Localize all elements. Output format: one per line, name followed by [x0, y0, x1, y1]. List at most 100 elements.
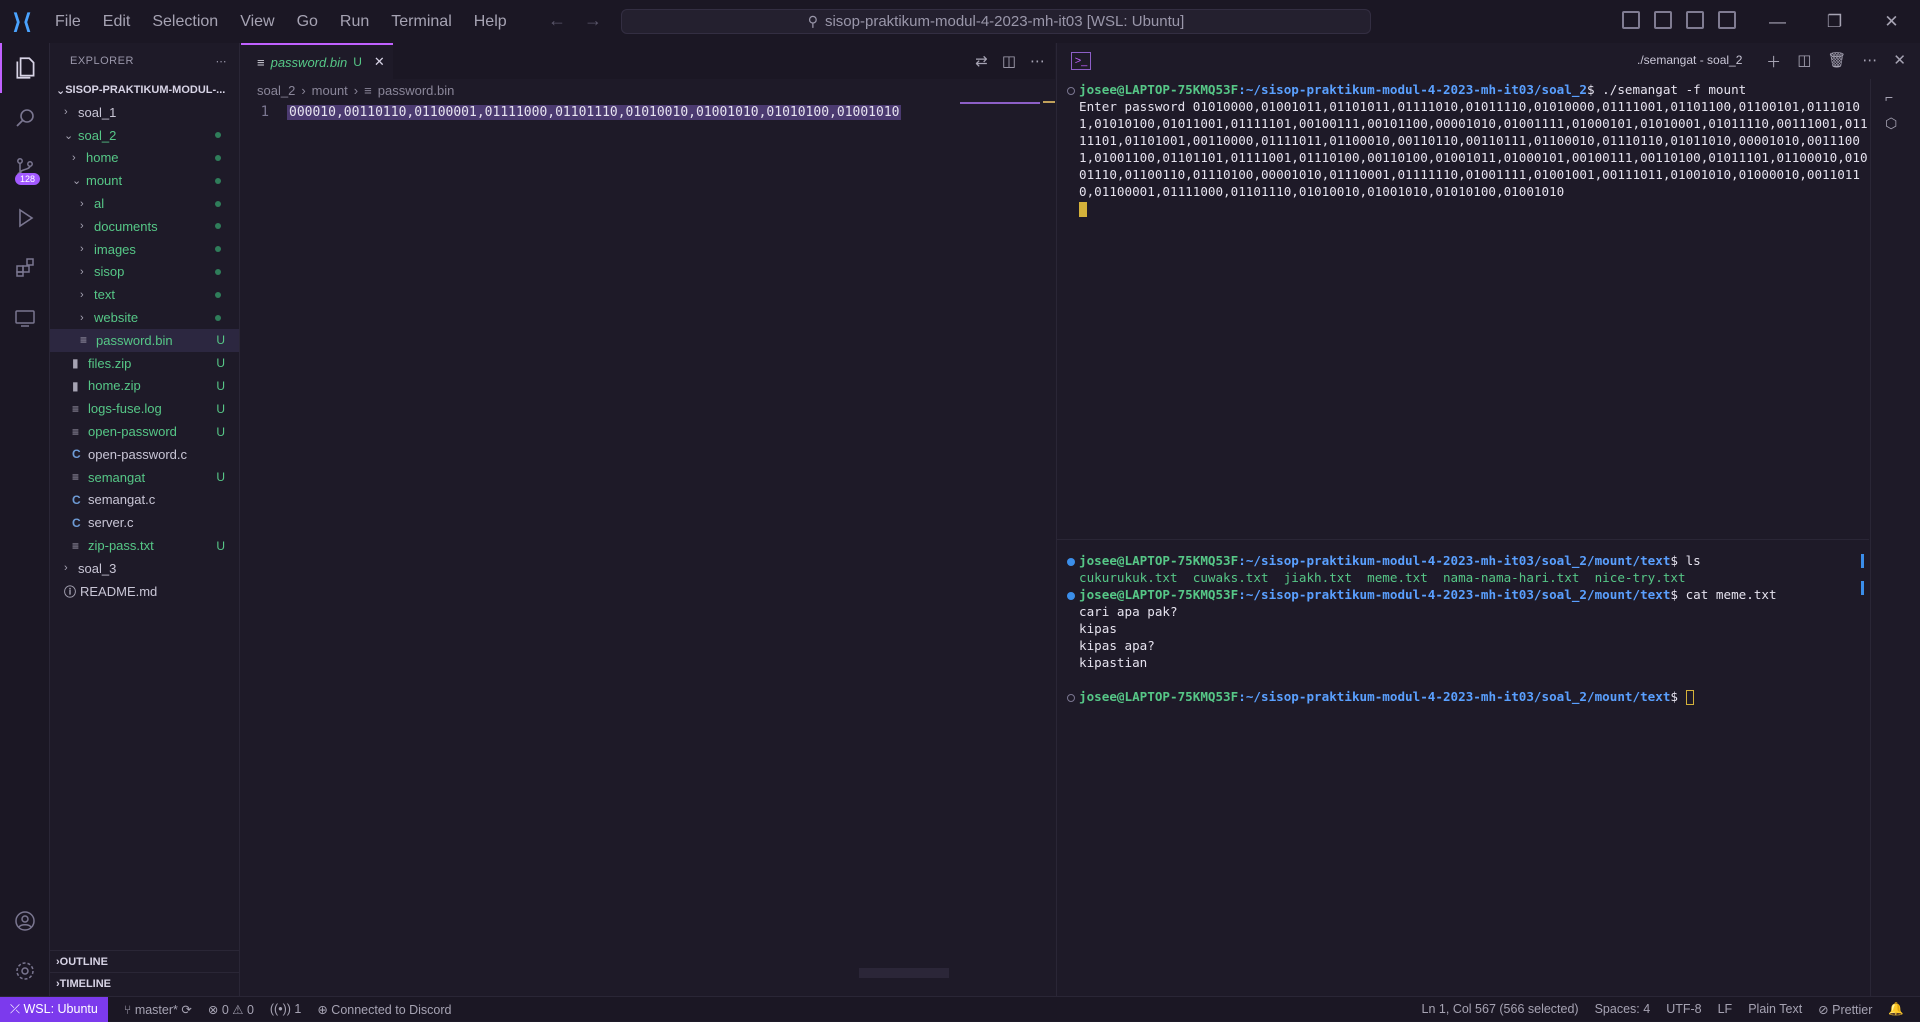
tree-file[interactable]: ≡ password.bin U [50, 328, 239, 352]
notifications-bell-icon[interactable]: 🔔 [1880, 1002, 1912, 1017]
tree-folder[interactable]: › al [50, 192, 239, 215]
terminal-split-divider[interactable] [1057, 539, 1869, 540]
tree-file[interactable]: Csemangat.c [50, 489, 239, 512]
outline-panel[interactable]: › OUTLINE [50, 950, 240, 972]
tree-folder[interactable]: ⌄ mount [50, 169, 239, 192]
tree-folder[interactable]: › website [50, 306, 239, 329]
menu-edit[interactable]: Edit [92, 0, 142, 43]
terminal-tab-bash-icon[interactable]: ⌐ [1885, 89, 1906, 105]
forward-arrow-icon[interactable]: → [584, 10, 602, 31]
tree-file[interactable]: Copen-password.c [50, 443, 239, 466]
workspace-root[interactable]: ⌄ SISOP-PRAKTIKUM-MODUL-... [50, 79, 239, 101]
tree-file[interactable]: ≡ zip-pass.txt U [50, 534, 239, 557]
more-actions-icon[interactable]: ⋯ [216, 55, 228, 68]
close-tab-icon[interactable]: ✕ [374, 54, 385, 70]
status-bar: ⤫ WSL: Ubuntu ⑂ master* ⟳ ⊗ 0 ⚠ 0 ((•)) … [0, 996, 1920, 1022]
cursor-position[interactable]: Ln 1, Col 567 (566 selected) [1414, 1002, 1587, 1017]
timeline-panel[interactable]: › TIMELINE [50, 972, 240, 994]
encoding[interactable]: UTF-8 [1658, 1002, 1709, 1017]
tab-label: password.bin [270, 54, 348, 70]
source-control-icon[interactable]: 128 [0, 143, 50, 193]
extensions-icon[interactable] [0, 243, 50, 293]
chevron-right-icon: › [80, 243, 84, 256]
remote-indicator[interactable]: ⤫ WSL: Ubuntu [0, 996, 108, 1022]
remote-explorer-icon[interactable] [0, 293, 50, 343]
menu-run[interactable]: Run [329, 0, 380, 43]
search-view-icon[interactable] [0, 93, 50, 143]
breadcrumb-item[interactable]: password.bin [378, 83, 455, 98]
tree-folder[interactable]: › text [50, 283, 239, 306]
minimap[interactable] [960, 102, 1040, 104]
run-debug-icon[interactable] [0, 193, 50, 243]
customize-layout-icon[interactable] [1718, 11, 1736, 29]
restore-icon[interactable]: ❐ [1806, 0, 1863, 43]
command-center[interactable]: ⚲ sisop-praktikum-modul-4-2023-mh-it03 [… [621, 9, 1371, 34]
tree-folder[interactable]: › soal_3 [50, 557, 239, 580]
ports-indicator[interactable]: ((•)) 1 [262, 1002, 309, 1016]
horizontal-scrollbar[interactable] [859, 968, 949, 978]
compare-changes-icon[interactable]: ⇄ [975, 52, 988, 70]
split-editor-icon[interactable]: ◫ [1002, 52, 1016, 70]
tree-folder[interactable]: › documents [50, 215, 239, 238]
close-panel-icon[interactable]: ✕ [1893, 51, 1906, 72]
editor-more-icon[interactable]: ⋯ [1030, 52, 1045, 70]
code-line[interactable]: 1 000010,00110110,01100001,01111000,0110… [241, 101, 1055, 123]
end-of-line[interactable]: LF [1710, 1002, 1741, 1017]
explorer-icon[interactable] [0, 43, 50, 93]
tree-file[interactable]: ▮ files.zip U [50, 352, 239, 375]
toggle-panel-icon[interactable] [1654, 11, 1672, 29]
breadcrumb-item[interactable]: mount [312, 83, 348, 98]
git-branch[interactable]: ⑂ master* ⟳ [116, 1002, 200, 1017]
terminal-pane-top[interactable]: josee@LAPTOP-75KMQ53F:~/sisop-praktikum-… [1057, 81, 1869, 217]
menu-help[interactable]: Help [463, 0, 518, 43]
toggle-primary-sidebar-icon[interactable] [1622, 11, 1640, 29]
toggle-secondary-sidebar-icon[interactable] [1686, 11, 1704, 29]
terminal-pane-bottom[interactable]: josee@LAPTOP-75KMQ53F:~/sisop-praktikum-… [1057, 552, 1869, 705]
discord-status[interactable]: ⊕ Connected to Discord [309, 1002, 459, 1017]
close-window-icon[interactable]: ✕ [1863, 0, 1920, 43]
menu-go[interactable]: Go [286, 0, 329, 43]
menu-view[interactable]: View [229, 0, 285, 43]
editor-area: ≡ password.bin U ✕ ⇄ ◫ ⋯ soal_2 › mount … [241, 43, 1055, 996]
tree-file[interactable]: ⓘ README.md [50, 580, 239, 603]
tree-folder[interactable]: › images [50, 238, 239, 261]
menu-terminal[interactable]: Terminal [380, 0, 462, 43]
split-terminal-icon[interactable]: ◫ [1797, 51, 1811, 72]
tab-password-bin[interactable]: ≡ password.bin U ✕ [241, 43, 393, 79]
sync-icon[interactable]: ⟳ [181, 1003, 191, 1017]
kill-terminal-icon[interactable]: 🗑 [1827, 51, 1846, 72]
prettier-status[interactable]: ⊘ Prettier [1810, 1002, 1880, 1017]
terminal-title[interactable]: ./semangat - soal_2 [1637, 53, 1742, 67]
indentation[interactable]: Spaces: 4 [1587, 1002, 1659, 1017]
breadcrumb-item[interactable]: soal_2 [257, 83, 295, 98]
minimize-icon[interactable]: — [1749, 0, 1806, 43]
menu-selection[interactable]: Selection [141, 0, 229, 43]
terminal-tabs-list: ⌐ ⬡ [1870, 79, 1920, 996]
new-terminal-icon[interactable]: ＋ [1766, 51, 1781, 72]
tree-item-label: al [94, 196, 105, 212]
tree-file[interactable]: Cserver.c [50, 511, 239, 534]
terminal-tab-semangat-icon[interactable]: ⬡ [1885, 115, 1906, 132]
tree-file[interactable]: ≡ logs-fuse.log U [50, 397, 239, 420]
tree-folder[interactable]: ⌄ soal_2 [50, 124, 239, 147]
language-mode[interactable]: Plain Text [1740, 1002, 1810, 1017]
remote-icon: ⤫ [10, 1001, 24, 1016]
breadcrumb: soal_2 › mount › ≡ password.bin [241, 79, 1055, 101]
chevron-down-icon: ⌄ [64, 129, 74, 142]
menu-file[interactable]: File [44, 0, 92, 43]
back-arrow-icon[interactable]: ← [548, 10, 566, 31]
tree-file[interactable]: ≡ semangat U [50, 466, 239, 489]
explorer-header: EXPLORER ⋯ [50, 43, 239, 79]
problems-indicator[interactable]: ⊗ 0 ⚠ 0 [200, 1002, 262, 1017]
panel-more-icon[interactable]: ⋯ [1862, 51, 1877, 72]
tree-file[interactable]: ≡ open-password U [50, 420, 239, 443]
selected-code-text[interactable]: 000010,00110110,01100001,01111000,011011… [287, 104, 902, 120]
settings-gear-icon[interactable] [0, 946, 50, 996]
account-icon[interactable] [0, 896, 50, 946]
tree-folder[interactable]: › home [50, 147, 239, 170]
tree-file[interactable]: ▮ home.zip U [50, 375, 239, 398]
tree-folder[interactable]: › soal_1 [50, 101, 239, 124]
c-file-icon: C [72, 447, 81, 462]
warning-icon: ⚠ [232, 1002, 247, 1017]
tree-folder[interactable]: › sisop [50, 261, 239, 284]
